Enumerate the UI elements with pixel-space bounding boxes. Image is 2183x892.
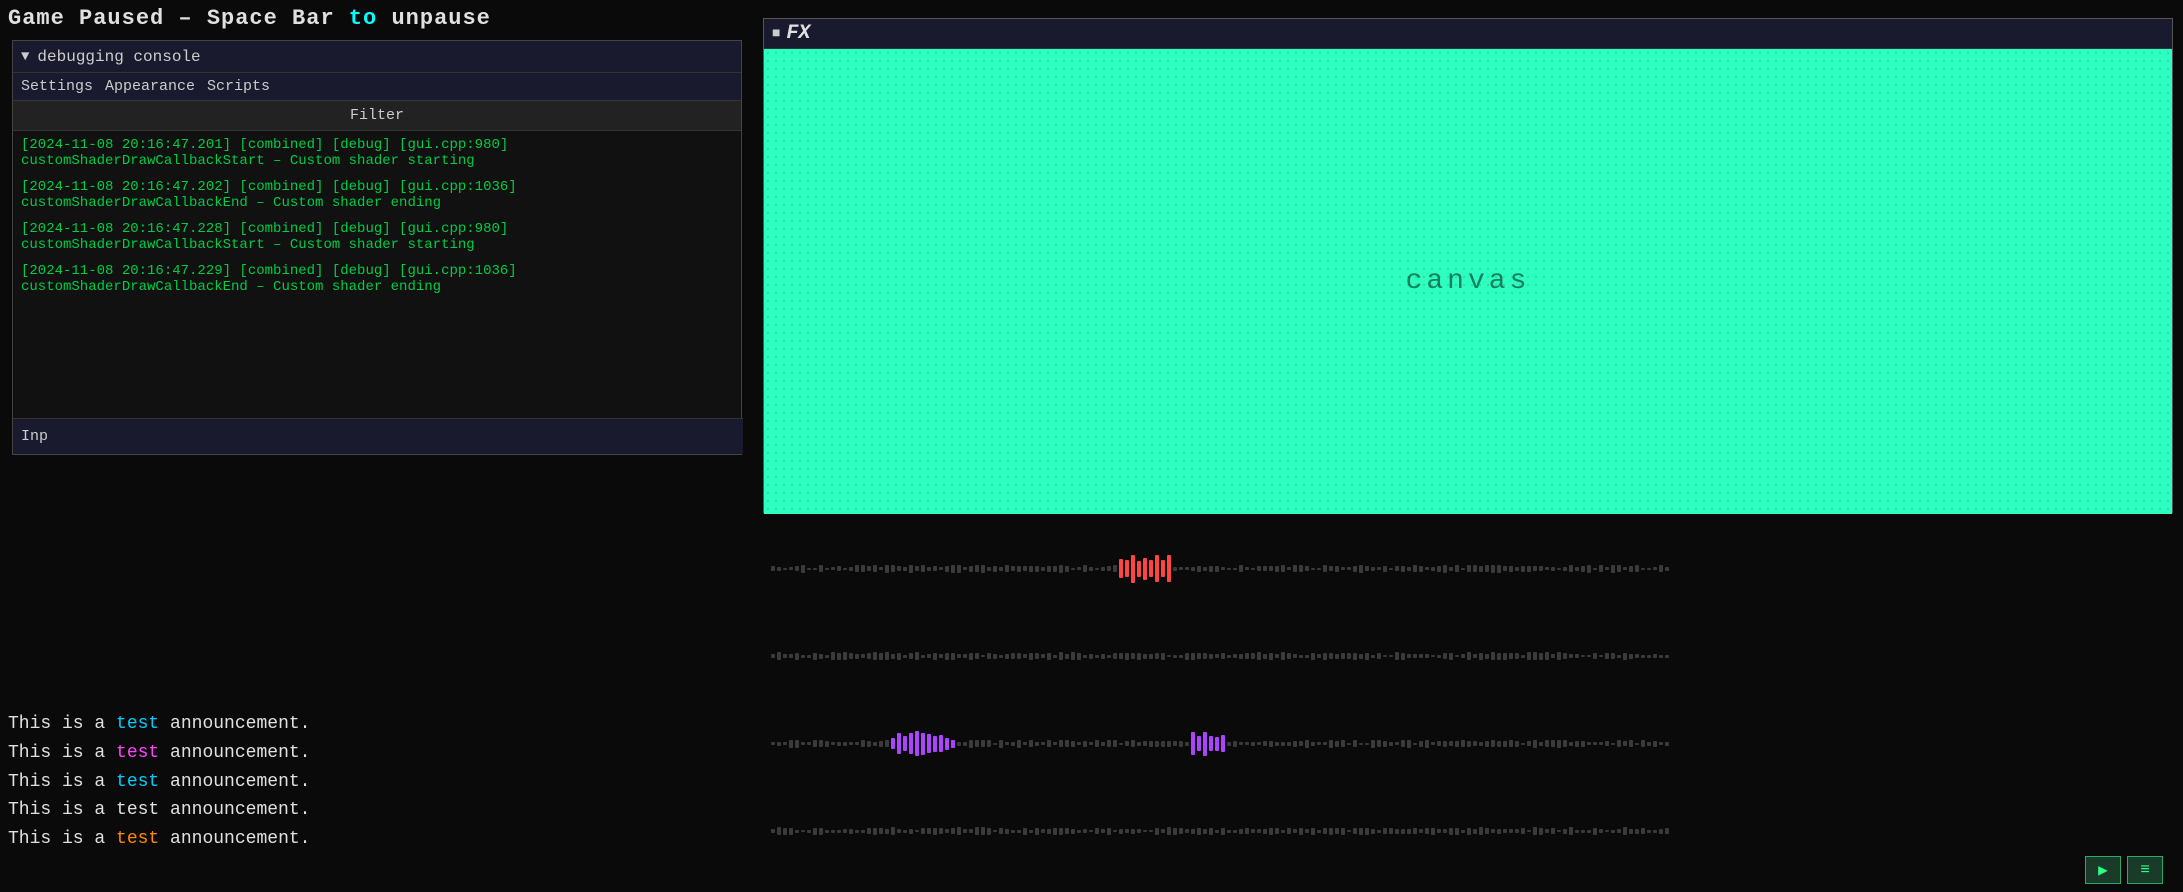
announcement-5: This is a test announcement.	[8, 825, 312, 854]
fx-dot-icon: ■	[772, 26, 780, 42]
announcements-area: This is a test announcement. This is a t…	[0, 702, 320, 862]
play-button[interactable]: ▶	[2085, 856, 2121, 884]
fx-window: ■ FX canvas	[763, 18, 2173, 513]
announcement-1: This is a test announcement.	[8, 710, 312, 739]
log-message: customShaderDrawCallbackEnd – Custom sha…	[21, 195, 733, 211]
debug-menu-bar: Settings Appearance Scripts	[13, 73, 741, 101]
log-entry: [2024-11-08 20:16:47.228] [combined] [de…	[21, 221, 733, 253]
log-header: [2024-11-08 20:16:47.201] [combined] [de…	[21, 137, 733, 153]
title-keyword: to	[349, 6, 377, 31]
announcement-keyword: test	[116, 714, 159, 734]
log-entry: [2024-11-08 20:16:47.201] [combined] [de…	[21, 137, 733, 169]
fx-canvas: canvas	[764, 49, 2172, 514]
announcement-2: This is a test announcement.	[8, 739, 312, 768]
announcement-4: This is a test announcement.	[8, 796, 312, 825]
log-message: customShaderDrawCallbackEnd – Custom sha…	[21, 279, 733, 295]
announcement-keyword: test	[116, 743, 159, 763]
waveform-row-1	[763, 549, 2173, 589]
log-message: customShaderDrawCallbackStart – Custom s…	[21, 237, 733, 253]
collapse-triangle-icon[interactable]: ▼	[21, 49, 29, 65]
debug-title-bar: ▼ debugging console	[13, 41, 741, 73]
title-bar: Game Paused – Space Bar to unpause	[0, 0, 750, 36]
fx-title: FX	[786, 22, 810, 45]
title-text: Game Paused – Space Bar to unpause	[8, 6, 491, 31]
debug-console-title: debugging console	[37, 48, 200, 66]
log-entry: [2024-11-08 20:16:47.202] [combined] [de…	[21, 179, 733, 211]
menu-scripts[interactable]: Scripts	[207, 78, 270, 95]
bottom-controls: ▶ ≡	[2085, 856, 2163, 884]
fx-title-bar: ■ FX	[764, 19, 2172, 49]
announcement-keyword: test	[116, 829, 159, 849]
waveform-area	[763, 515, 2173, 885]
log-header: [2024-11-08 20:16:47.229] [combined] [de…	[21, 263, 733, 279]
input-label: Inp	[21, 428, 48, 445]
menu-appearance[interactable]: Appearance	[105, 78, 195, 95]
waveform-row-3	[763, 724, 2173, 764]
filter-bar	[13, 101, 741, 131]
menu-settings[interactable]: Settings	[21, 78, 93, 95]
log-header: [2024-11-08 20:16:47.228] [combined] [de…	[21, 221, 733, 237]
waveform-row-2	[763, 636, 2173, 676]
debug-console-window: ▼ debugging console Settings Appearance …	[12, 40, 742, 455]
canvas-label: canvas	[1406, 266, 1531, 297]
input-bar: Inp	[13, 418, 743, 454]
announcement-3: This is a test announcement.	[8, 768, 312, 797]
announcement-keyword: test	[116, 772, 159, 792]
log-header: [2024-11-08 20:16:47.202] [combined] [de…	[21, 179, 733, 195]
menu-button[interactable]: ≡	[2127, 856, 2163, 884]
filter-input[interactable]	[13, 107, 741, 124]
waveform-row-4	[763, 811, 2173, 851]
log-area[interactable]: [2024-11-08 20:16:47.201] [combined] [de…	[13, 131, 741, 420]
log-message: customShaderDrawCallbackStart – Custom s…	[21, 153, 733, 169]
log-entry: [2024-11-08 20:16:47.229] [combined] [de…	[21, 263, 733, 295]
